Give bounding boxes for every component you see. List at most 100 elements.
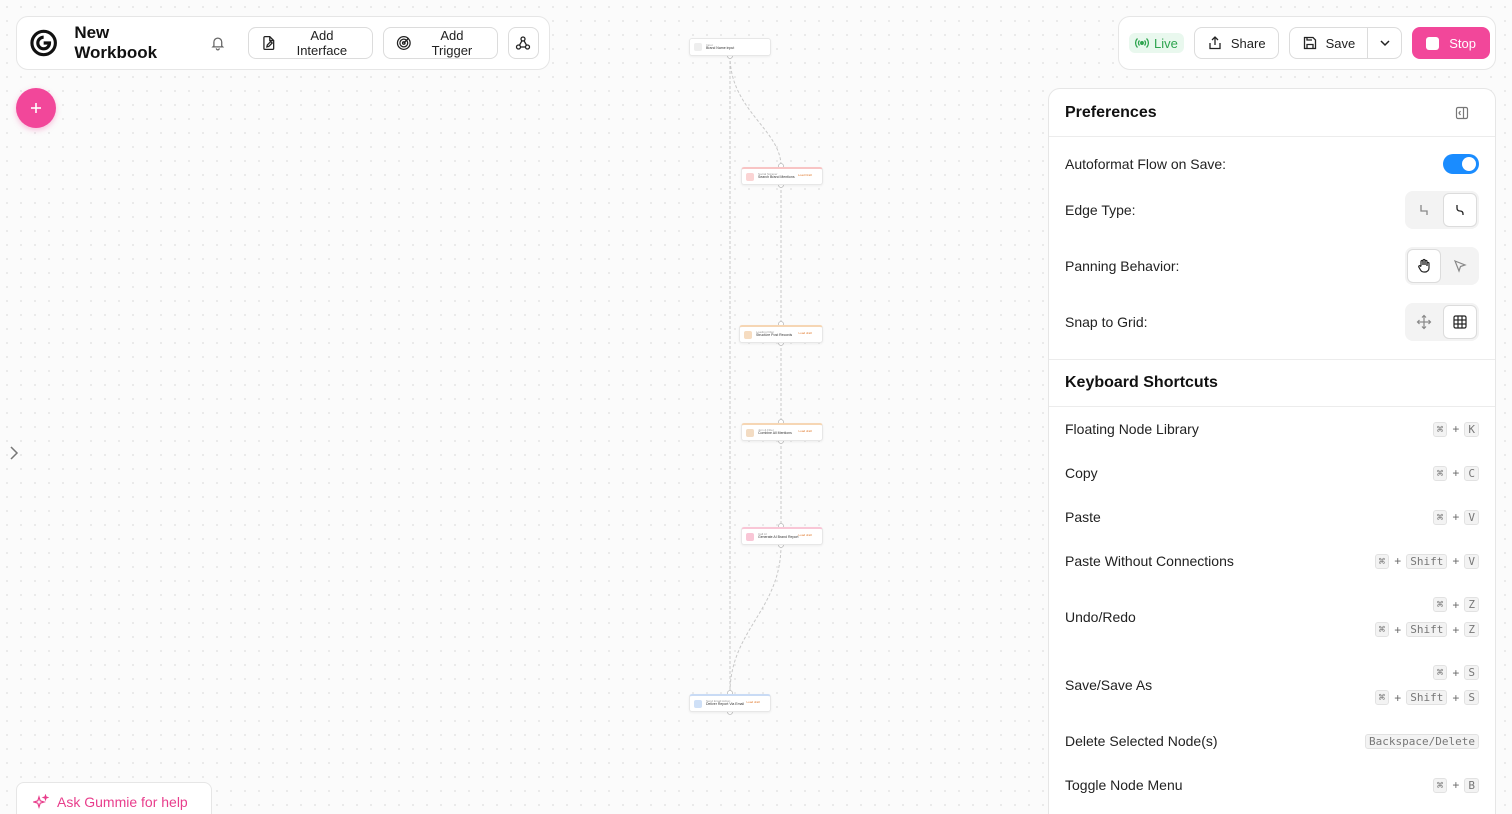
node-label: Search Brand Mentions bbox=[758, 175, 795, 180]
node-badge: Load draft bbox=[798, 429, 812, 433]
add-node-button[interactable] bbox=[16, 88, 56, 128]
node-badge: Load draft bbox=[798, 533, 812, 537]
grid-icon bbox=[1453, 315, 1467, 329]
panning-label: Panning Behavior: bbox=[1065, 258, 1180, 274]
save-button[interactable]: Save bbox=[1288, 27, 1369, 59]
add-trigger-label: Add Trigger bbox=[431, 28, 473, 58]
flow-node-structure[interactable]: Loading Filter Structure Post Records Loa… bbox=[739, 325, 823, 343]
panning-selector bbox=[1405, 247, 1479, 285]
key-combo: ⌘ + Shift + V bbox=[1374, 553, 1479, 569]
hand-icon bbox=[1418, 258, 1430, 273]
app-logo-icon[interactable] bbox=[29, 28, 58, 58]
shortcut-keys: ⌘ + K bbox=[1432, 421, 1479, 437]
key-combo: ⌘ + S bbox=[1432, 665, 1479, 680]
autoformat-toggle[interactable] bbox=[1443, 154, 1479, 174]
node-badge: Load Draft bbox=[797, 173, 812, 177]
add-trigger-button[interactable]: Add Trigger bbox=[382, 27, 498, 59]
shortcut-label: Paste bbox=[1065, 509, 1101, 525]
shortcut-keys: ⌘ + V bbox=[1432, 509, 1479, 525]
live-label: Live bbox=[1154, 35, 1178, 51]
snap-grid-option[interactable] bbox=[1443, 305, 1477, 339]
email-node-icon bbox=[694, 699, 702, 708]
snap-grid-label: Snap to Grid: bbox=[1065, 314, 1148, 330]
panning-hand-option[interactable] bbox=[1407, 249, 1441, 283]
live-status-badge: Live bbox=[1129, 33, 1184, 53]
shortcut-label: Copy bbox=[1065, 465, 1098, 481]
key-combo: ⌘ + Shift + S bbox=[1374, 690, 1479, 705]
key-cmd: ⌘ bbox=[1374, 690, 1390, 705]
sparkles-icon bbox=[33, 794, 49, 809]
node-label: Generate AI Brand Report bbox=[758, 535, 799, 540]
add-interface-label: Add Interface bbox=[296, 28, 348, 58]
edge-step-option[interactable] bbox=[1407, 193, 1441, 227]
save-options-dropdown[interactable] bbox=[1368, 27, 1403, 59]
move-arrows-icon bbox=[1416, 314, 1432, 330]
edge-type-row: Edge Type: bbox=[1049, 191, 1495, 229]
key: K bbox=[1464, 421, 1479, 437]
key-combo: ⌘ + Z bbox=[1432, 597, 1479, 612]
flow-canvas[interactable]: Input Brand Name input Social Scraper Sear… bbox=[600, 30, 900, 730]
key-combo: ⌘ + V bbox=[1432, 509, 1479, 525]
key-combo: ⌘ + Shift + Z bbox=[1374, 622, 1479, 637]
ask-gummie-button[interactable]: Ask Gummie for help bbox=[16, 782, 212, 814]
edge-ai-to-email bbox=[729, 544, 782, 694]
shortcut-keys: ⌘ + C bbox=[1432, 465, 1479, 481]
curved-edge-icon bbox=[1456, 205, 1464, 215]
key-shift: Shift bbox=[1406, 690, 1448, 705]
expand-sidebar-chevron-icon[interactable] bbox=[6, 444, 22, 462]
snap-free-option[interactable] bbox=[1407, 305, 1441, 339]
collapse-panel-icon[interactable] bbox=[1455, 106, 1469, 120]
workbook-title[interactable]: New Workbook bbox=[74, 23, 194, 63]
snap-grid-selector bbox=[1405, 303, 1479, 341]
flow-node-send-email[interactable]: Send Email Action Deliver Report Via Emai… bbox=[689, 694, 771, 712]
add-interface-button[interactable]: Add Interface bbox=[247, 27, 373, 59]
node-badge: Load draft bbox=[746, 700, 760, 704]
preferences-title: Preferences bbox=[1065, 103, 1157, 121]
webhook-icon bbox=[516, 36, 531, 50]
shortcut-row: Undo/Redo ⌘ + Z ⌘ + Shift + Z bbox=[1049, 583, 1495, 651]
shortcut-row: Delete Selected Node(s) Backspace/Delete bbox=[1049, 719, 1495, 763]
webhook-button[interactable] bbox=[507, 27, 539, 59]
key-cmd: ⌘ bbox=[1432, 665, 1448, 680]
edge-type-label: Edge Type: bbox=[1065, 202, 1136, 218]
shortcut-label: Save/Save As bbox=[1065, 677, 1153, 693]
shortcut-list: Floating Node Library ⌘ + K Copy ⌘ + C Paste… bbox=[1049, 407, 1495, 807]
key-combo: ⌘ + C bbox=[1432, 465, 1479, 481]
save-label: Save bbox=[1325, 35, 1356, 51]
key-cmd: ⌘ bbox=[1432, 597, 1448, 612]
floppy-disk-icon bbox=[1303, 36, 1316, 50]
panning-pointer-option[interactable] bbox=[1443, 249, 1477, 283]
run-toolbar: Live Share Save Stop bbox=[1118, 16, 1496, 70]
share-icon bbox=[1209, 36, 1221, 50]
radar-icon bbox=[396, 36, 411, 50]
ask-gummie-label: Ask Gummie for help bbox=[57, 794, 188, 810]
combine-node-icon bbox=[746, 428, 754, 437]
stop-icon bbox=[1426, 36, 1440, 50]
shortcut-label: Undo/Redo bbox=[1065, 609, 1136, 625]
node-label: Combine All Mentions bbox=[758, 431, 792, 436]
node-badge: Load draft bbox=[798, 331, 812, 335]
flow-node-social-scraper[interactable]: Social Scraper Search Brand Mentions Load… bbox=[741, 167, 823, 185]
panning-row: Panning Behavior: bbox=[1049, 229, 1495, 303]
node-label: Deliver Report Via Email bbox=[706, 702, 745, 707]
broadcast-icon bbox=[1135, 38, 1149, 48]
stop-button[interactable]: Stop bbox=[1412, 27, 1490, 59]
ai-node-icon bbox=[746, 532, 754, 541]
bell-icon[interactable] bbox=[210, 35, 226, 51]
flow-node-combine[interactable]: Join & Filter Combine All Mentions Load d… bbox=[741, 423, 823, 441]
shortcut-label: Paste Without Connections bbox=[1065, 553, 1234, 569]
shortcuts-title: Keyboard Shortcuts bbox=[1049, 360, 1495, 407]
key: V bbox=[1464, 509, 1479, 525]
cursor-arrow-icon bbox=[1453, 259, 1467, 273]
share-button[interactable]: Share bbox=[1193, 27, 1279, 59]
scraper-node-icon bbox=[746, 172, 754, 181]
flow-node-input[interactable]: Input Brand Name input bbox=[689, 38, 771, 56]
edge-type-selector bbox=[1405, 191, 1479, 229]
key-cmd: ⌘ bbox=[1374, 553, 1390, 569]
edge-curved-option[interactable] bbox=[1443, 193, 1477, 227]
flow-node-call-ai[interactable]: Call AI Generate AI Brand Report Load dra… bbox=[741, 527, 823, 545]
key-cmd: ⌘ bbox=[1432, 421, 1448, 437]
key-cmd: ⌘ bbox=[1374, 622, 1390, 637]
shortcut-keys: ⌘ + S ⌘ + Shift + S bbox=[1374, 665, 1479, 705]
key: Z bbox=[1464, 597, 1479, 612]
